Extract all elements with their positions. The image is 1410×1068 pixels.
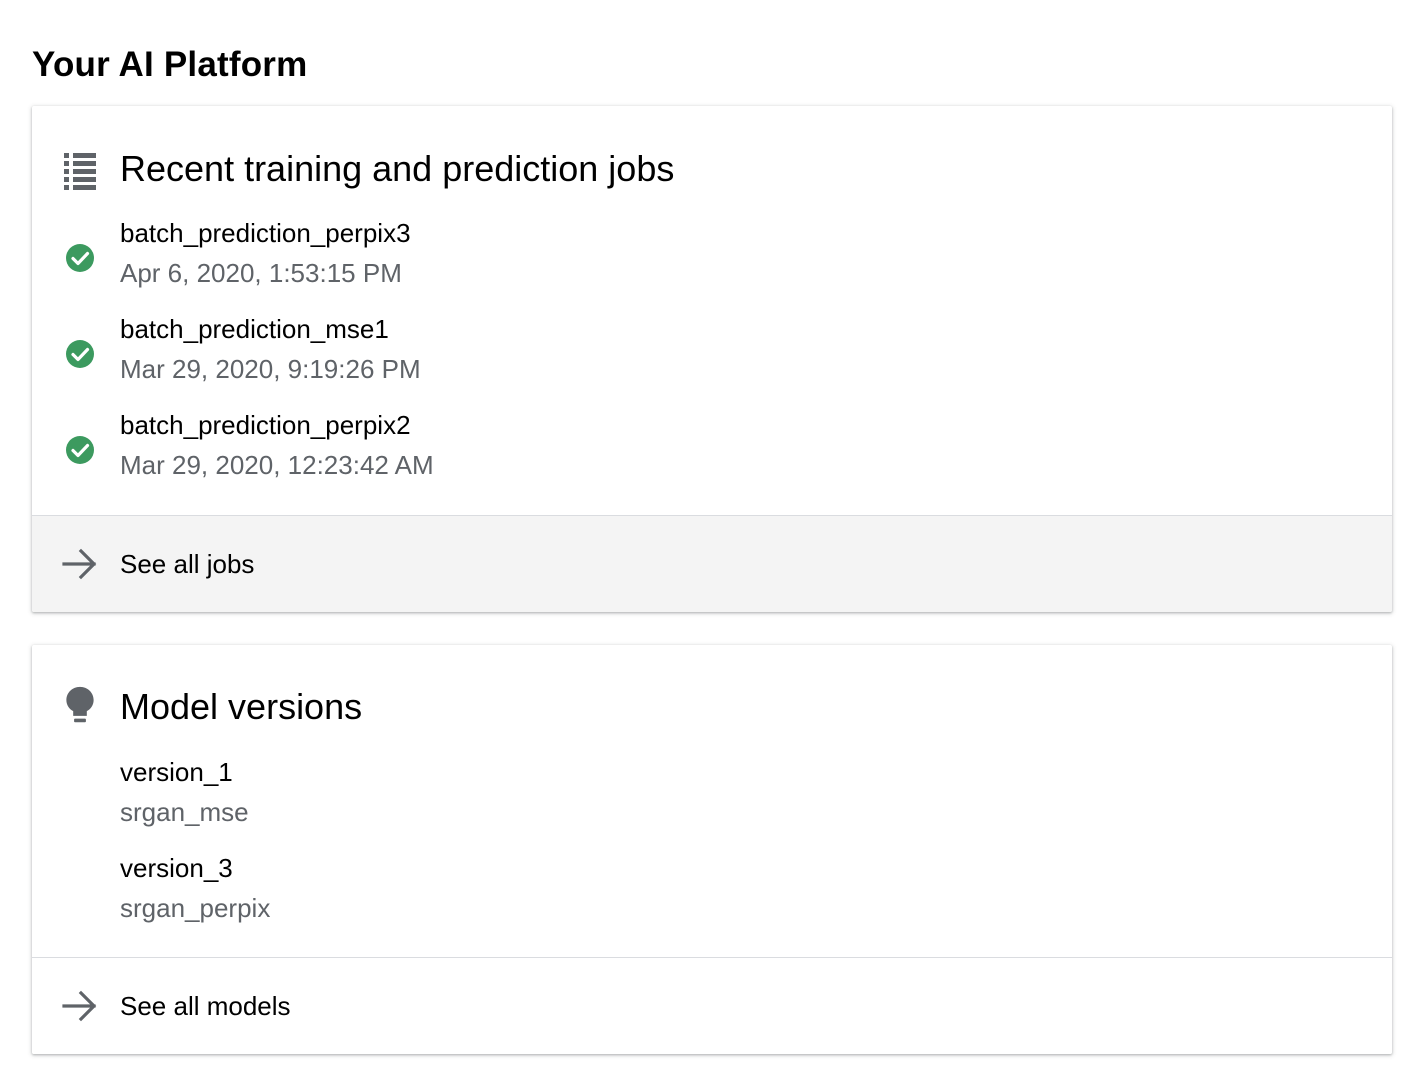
model-versions-header: Model versions (32, 645, 1392, 737)
job-timestamp: Apr 6, 2020, 1:53:15 PM (120, 258, 402, 288)
lightbulb-icon (66, 686, 94, 723)
see-all-jobs-link[interactable]: See all jobs (32, 515, 1392, 612)
job-item[interactable]: batch_prediction_perpix2 Mar 29, 2020, 1… (32, 408, 1392, 504)
job-item[interactable]: batch_prediction_mse1 Mar 29, 2020, 9:19… (32, 312, 1392, 408)
arrow-right-icon (62, 548, 97, 580)
model-version-item[interactable]: version_3 srgan_perpix (32, 851, 1392, 947)
model-version-item[interactable]: version_1 srgan_mse (32, 755, 1392, 851)
list-icon (64, 153, 96, 190)
see-all-models-label[interactable]: See all models (120, 989, 291, 1023)
model-name: srgan_mse (120, 797, 249, 827)
arrow-right-icon (62, 990, 97, 1022)
model-name: srgan_perpix (120, 893, 271, 923)
model-versions-list: version_1 srgan_mse version_3 srgan_perp… (32, 755, 1392, 947)
job-name[interactable]: batch_prediction_perpix2 (120, 408, 411, 442)
jobs-list: batch_prediction_perpix3 Apr 6, 2020, 1:… (32, 216, 1392, 504)
job-timestamp: Mar 29, 2020, 9:19:26 PM (120, 354, 421, 384)
version-name[interactable]: version_1 (120, 755, 233, 789)
see-all-models-link[interactable]: See all models (32, 957, 1392, 1054)
check-circle-icon (66, 244, 94, 272)
recent-jobs-card: Recent training and prediction jobs batc… (32, 106, 1392, 612)
recent-jobs-header: Recent training and prediction jobs (32, 106, 1392, 198)
check-circle-icon (66, 340, 94, 368)
model-versions-card: Model versions version_1 srgan_mse versi… (32, 645, 1392, 1054)
model-versions-title: Model versions (120, 686, 363, 727)
see-all-jobs-label[interactable]: See all jobs (120, 547, 254, 581)
job-item[interactable]: batch_prediction_perpix3 Apr 6, 2020, 1:… (32, 216, 1392, 312)
job-name[interactable]: batch_prediction_perpix3 (120, 216, 411, 250)
version-name[interactable]: version_3 (120, 851, 233, 885)
check-circle-icon (66, 436, 94, 464)
job-name[interactable]: batch_prediction_mse1 (120, 312, 389, 346)
page-title: Your AI Platform (32, 45, 308, 84)
job-timestamp: Mar 29, 2020, 12:23:42 AM (120, 450, 434, 480)
recent-jobs-title: Recent training and prediction jobs (120, 148, 675, 189)
